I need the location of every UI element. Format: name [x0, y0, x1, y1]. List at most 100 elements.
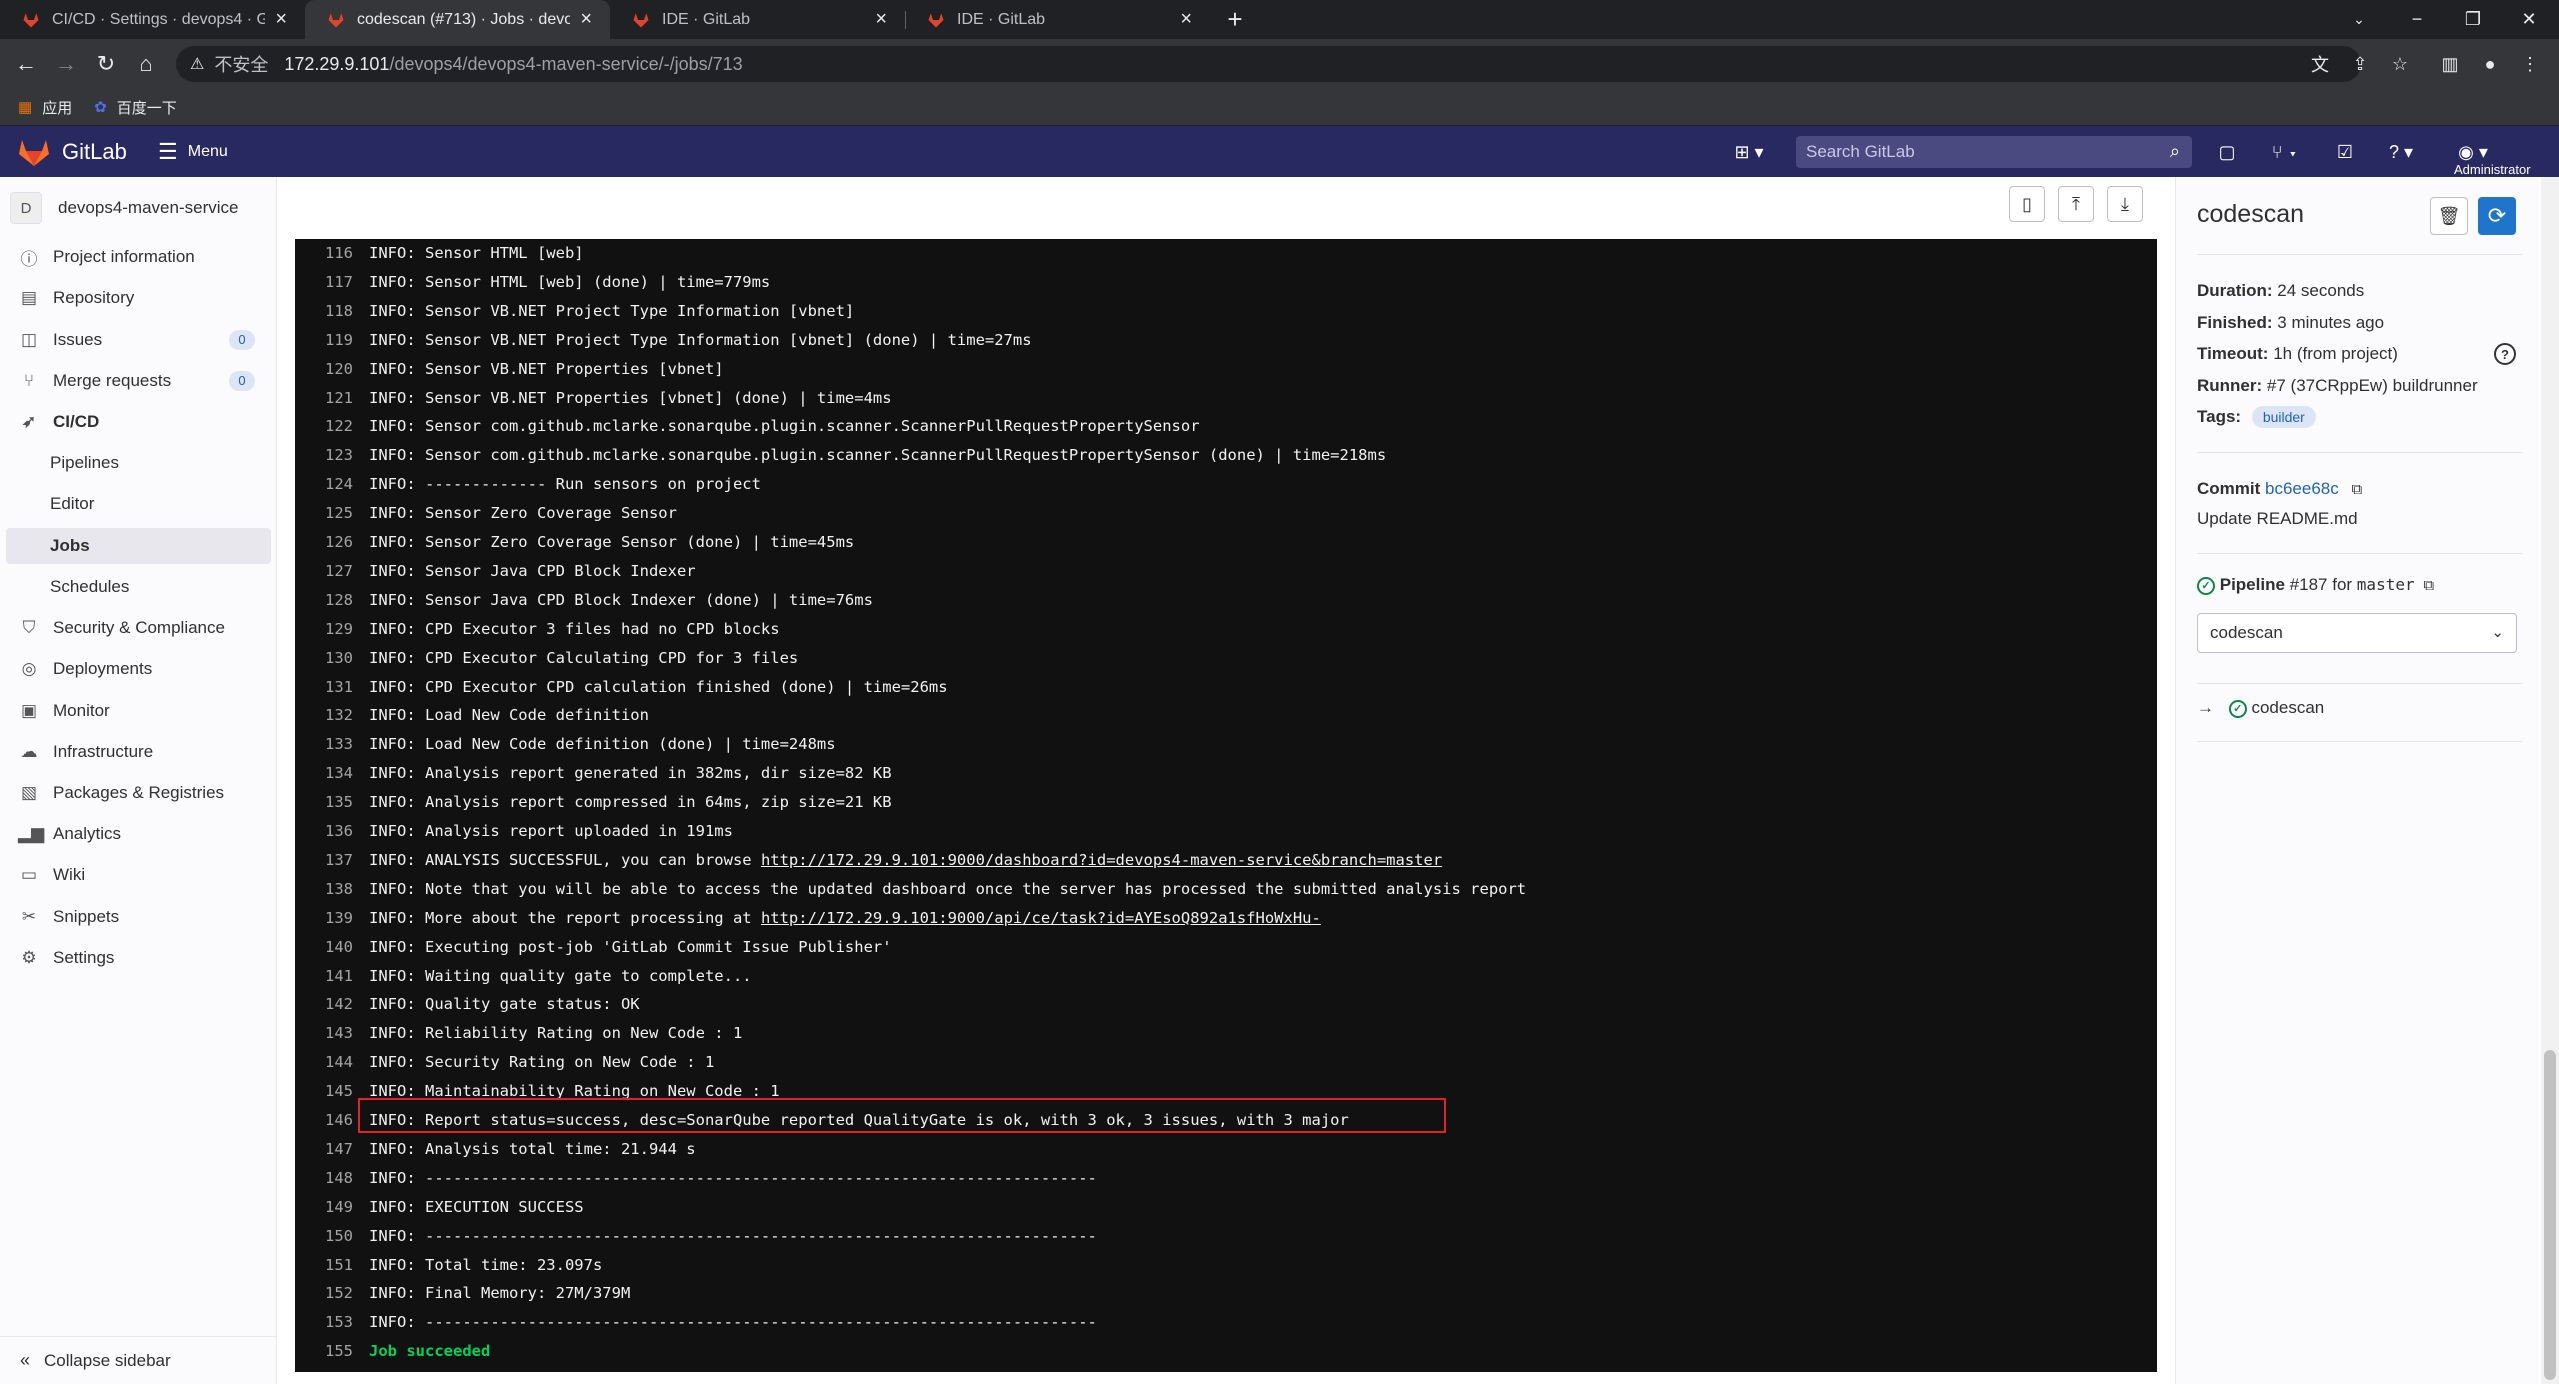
timeout-help-icon[interactable]: ? [2494, 343, 2516, 365]
copy-icon[interactable]: ⧉ [2423, 577, 2434, 594]
home-icon[interactable]: ⌂ [128, 39, 164, 89]
share-icon[interactable]: ⇪ [2346, 50, 2374, 78]
log-line-number[interactable]: 147 [295, 1135, 369, 1164]
log-line-number[interactable]: 132 [295, 701, 369, 730]
bookmark-baidu[interactable]: ✿ 百度一下 [94, 97, 177, 118]
retry-job-button[interactable]: ⟳ [2478, 197, 2516, 235]
sidebar-item-infrastructure[interactable]: ☁ Infrastructure [6, 734, 271, 770]
translate-icon[interactable]: 文 [2306, 50, 2334, 78]
log-line-number[interactable]: 124 [295, 470, 369, 499]
commit-sha-link[interactable]: bc6ee68c [2265, 479, 2339, 498]
sidebar-item-cicd[interactable]: ➶ CI/CD [6, 404, 271, 440]
sidebar-item-project-information[interactable]: ⓘ Project information [6, 239, 271, 275]
sidebar-item-repository[interactable]: ▤ Repository [6, 280, 271, 316]
new-tab-button[interactable]: + [1207, 0, 1263, 39]
erase-log-button[interactable]: 🗑 [2430, 197, 2468, 235]
menu-button[interactable]: ☰ Menu [158, 137, 228, 167]
log-line-number[interactable]: 143 [295, 1019, 369, 1048]
sidebar-subitem-schedules[interactable]: Schedules [6, 569, 271, 605]
back-arrow-icon[interactable]: ← [8, 39, 44, 89]
log-line-number[interactable]: 148 [295, 1164, 369, 1193]
todo-check-icon[interactable]: ☑ [2330, 138, 2360, 166]
log-line-number[interactable]: 134 [295, 759, 369, 788]
log-line-number[interactable]: 149 [295, 1193, 369, 1222]
gitlab-brand[interactable]: GitLab [62, 137, 127, 167]
search-input[interactable]: Search GitLab ⌕ [1796, 136, 2192, 168]
log-line-number[interactable]: 120 [295, 355, 369, 384]
sidebar-subitem-editor[interactable]: Editor [6, 486, 271, 522]
sidebar-item-snippets[interactable]: ✂ Snippets [6, 899, 271, 935]
close-window-icon[interactable]: ✕ [2501, 0, 2557, 39]
minimize-window-icon[interactable]: − [2389, 0, 2445, 39]
help-nav-icon[interactable]: ? ▾ [2378, 138, 2424, 166]
log-link[interactable]: http://172.29.9.101:9000/api/ce/task?id=… [761, 909, 1321, 927]
browser-tab[interactable]: IDE · GitLab × [610, 0, 905, 39]
sidebar-item-settings[interactable]: ⚙ Settings [6, 940, 271, 976]
reload-icon[interactable]: ↻ [88, 39, 124, 89]
sidebar-item-deployments[interactable]: ◎ Deployments [6, 651, 271, 687]
tag-badge[interactable]: builder [2251, 406, 2316, 428]
sidebar-item-monitor[interactable]: ▣ Monitor [6, 693, 271, 729]
scroll-to-bottom-icon[interactable]: ⤓ [2107, 186, 2143, 222]
side-panel-icon[interactable]: ▥ [2436, 50, 2464, 78]
log-line-number[interactable]: 151 [295, 1251, 369, 1280]
close-tab-icon[interactable]: × [275, 8, 287, 31]
copy-icon[interactable]: ⧉ [2351, 481, 2362, 498]
bookmark-star-icon[interactable]: ☆ [2386, 50, 2414, 78]
log-line-number[interactable]: 135 [295, 788, 369, 817]
log-line-number[interactable]: 126 [295, 528, 369, 557]
sidebar-item-wiki[interactable]: ▭ Wiki [6, 857, 271, 893]
log-line-number[interactable]: 144 [295, 1048, 369, 1077]
log-line-number[interactable]: 123 [295, 441, 369, 470]
collapse-sidebar-button[interactable]: « Collapse sidebar [0, 1336, 277, 1384]
browser-tab[interactable]: IDE · GitLab × [905, 0, 1210, 39]
address-bar[interactable]: ⚠ 不安全 172.29.9.101/devops4/devops4-maven… [176, 46, 2361, 82]
issues-nav-icon[interactable]: ▢ [2212, 138, 2242, 166]
gitlab-logo-icon[interactable] [18, 137, 50, 167]
sidebar-subitem-pipelines[interactable]: Pipelines [6, 445, 271, 481]
new-dropdown-plus-icon[interactable]: ⊞ ▾ [1726, 138, 1772, 166]
log-line-number[interactable]: 117 [295, 268, 369, 297]
log-line-number[interactable]: 122 [295, 412, 369, 441]
log-line-number[interactable]: 131 [295, 673, 369, 702]
log-line-number[interactable]: 125 [295, 499, 369, 528]
merge-requests-nav-icon[interactable]: ⑂ ▾ [2262, 138, 2308, 166]
sidebar-subitem-jobs[interactable]: Jobs [6, 528, 271, 564]
log-line-number[interactable]: 128 [295, 586, 369, 615]
log-line-number[interactable]: 138 [295, 875, 369, 904]
browser-menu-icon[interactable]: ⋮ [2516, 50, 2544, 78]
browser-tab[interactable]: CI/CD · Settings · devops4 · GitLab × [0, 0, 305, 39]
project-header[interactable]: D devops4-maven-service [10, 190, 238, 226]
log-line-number[interactable]: 142 [295, 990, 369, 1019]
pipeline-id-link[interactable]: #187 [2290, 575, 2328, 594]
log-line-number[interactable]: 119 [295, 326, 369, 355]
restore-window-icon[interactable]: ❐ [2445, 0, 2501, 39]
close-tab-icon[interactable]: × [875, 8, 887, 31]
pipeline-branch[interactable]: master [2357, 575, 2415, 594]
sidebar-item-packages-registries[interactable]: ▧ Packages & Registries [6, 775, 271, 811]
close-tab-icon[interactable]: × [580, 8, 592, 31]
log-line-number[interactable]: 133 [295, 730, 369, 759]
close-tab-icon[interactable]: × [1180, 8, 1192, 31]
log-line-number[interactable]: 127 [295, 557, 369, 586]
scrollbar-thumb[interactable] [2544, 1050, 2556, 1380]
log-line-number[interactable]: 136 [295, 817, 369, 846]
profile-icon[interactable]: ● [2476, 50, 2504, 78]
log-line-number[interactable]: 152 [295, 1279, 369, 1308]
log-line-number[interactable]: 155 [295, 1337, 369, 1366]
log-line-number[interactable]: 130 [295, 644, 369, 673]
sidebar-item-security-compliance[interactable]: ⛉ Security & Compliance [6, 610, 271, 646]
tab-search-chevron-icon[interactable]: ⌄ [2331, 0, 2387, 39]
bookmark-apps[interactable]: ▦ 应用 [18, 97, 72, 118]
job-list-item[interactable]: → ✓ codescan [2197, 698, 2324, 718]
raw-log-document-icon[interactable]: ▯ [2009, 186, 2045, 222]
sidebar-item-analytics[interactable]: ▂▆ Analytics [6, 816, 271, 852]
log-line-number[interactable]: 139 [295, 904, 369, 933]
log-line-number[interactable]: 118 [295, 297, 369, 326]
browser-tab-active[interactable]: codescan (#713) · Jobs · devops4 × [305, 0, 610, 39]
log-line-number[interactable]: 140 [295, 933, 369, 962]
log-line-number[interactable]: 137 [295, 846, 369, 875]
forward-arrow-icon[interactable]: → [48, 39, 84, 89]
stage-dropdown[interactable]: codescan ⌄ [2197, 613, 2517, 653]
sidebar-item-merge-requests[interactable]: ⑂ Merge requests 0 [6, 363, 271, 399]
